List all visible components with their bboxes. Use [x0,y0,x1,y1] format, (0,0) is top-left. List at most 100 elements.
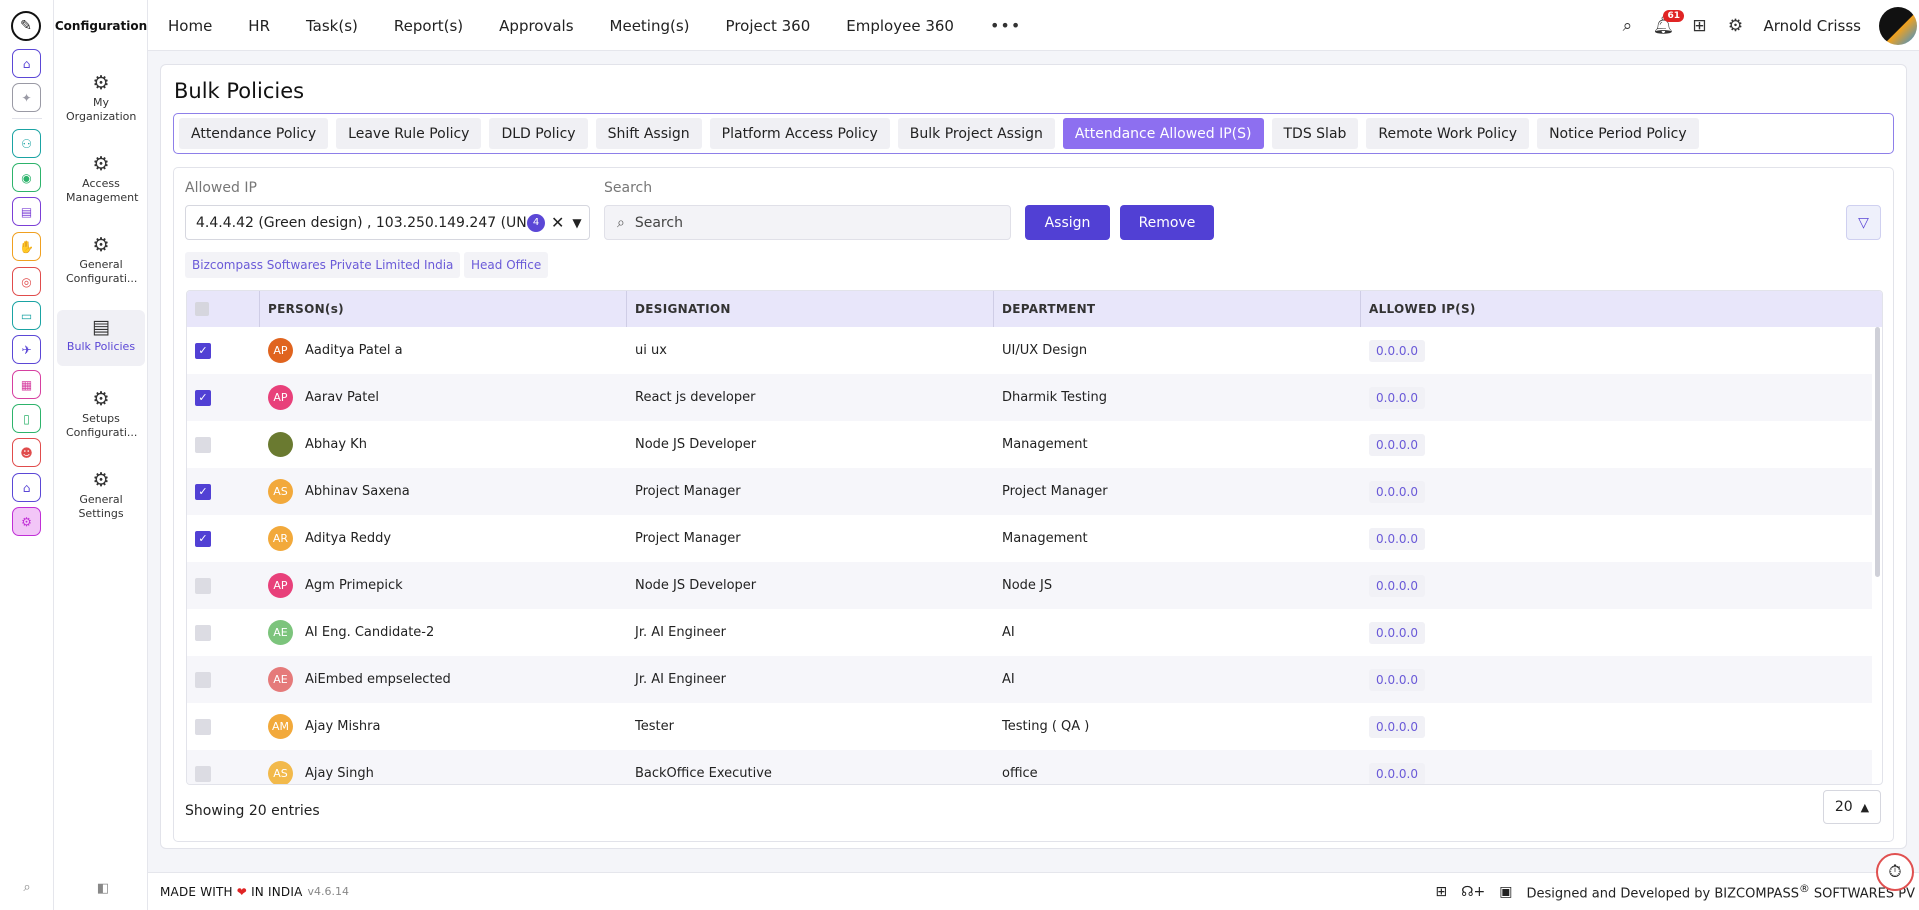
collapse-sidebar-icon[interactable]: ◧ [92,877,114,899]
search-icon[interactable]: ⌕ [1609,8,1645,44]
table-row[interactable]: AP Agm Primepick Node JS Developer Node JS 0… [187,562,1872,609]
rail-money-icon[interactable]: ◉ [12,163,41,192]
subnav-item-5[interactable]: ⚙ General Settings [57,463,145,523]
topnav-item-7[interactable]: Employee 360 [846,17,954,35]
apps-grid-icon[interactable]: ⊞ [1681,8,1717,44]
remove-button[interactable]: Remove [1120,205,1214,240]
tab-6[interactable]: Attendance Allowed IP(S) [1062,118,1264,149]
subnav-item-1[interactable]: ⚙ Access Management [57,147,145,207]
table-row[interactable]: AM Ajay Mishra Tester Testing ( QA ) 0.0.0.0 [187,703,1872,750]
allowed-ip-pill: 0.0.0.0 [1369,480,1425,503]
topnav-item-3[interactable]: Report(s) [394,17,463,35]
page-size-select[interactable]: 20 ▲ [1823,790,1881,824]
row-checkbox[interactable] [195,671,211,688]
clear-selection-icon[interactable]: ✕ [551,213,564,232]
tab-4[interactable]: Platform Access Policy [709,118,890,149]
rail-award-icon[interactable]: ☻ [12,438,41,467]
chevron-down-icon[interactable]: ▼ [572,216,581,230]
topnav-item-2[interactable]: Task(s) [306,17,358,35]
tab-0[interactable]: Attendance Policy [179,118,329,149]
rail-plane-icon[interactable]: ✈ [12,335,41,364]
tab-8[interactable]: Remote Work Policy [1366,118,1530,149]
company-chip[interactable]: Bizcompass Softwares Private Limited Ind… [185,252,461,278]
table-row[interactable]: AS Ajay Singh BackOffice Executive office 0.… [187,750,1872,784]
row-checkbox[interactable]: ✓ [195,342,211,359]
rail-briefcase-icon[interactable]: ▤ [12,197,41,226]
row-checkbox[interactable]: ✓ [195,389,211,406]
person-avatar: AE [268,667,293,692]
more-icon[interactable]: ••• [990,16,1021,35]
tab-1[interactable]: Leave Rule Policy [336,118,482,149]
rail-settings-icon[interactable]: ⚙ [12,507,41,536]
subnav-item-label: Setups Configurati... [66,412,138,439]
row-checkbox-cell [187,421,260,468]
header-allowed-ip[interactable]: ALLOWED IP(S) [1361,291,1861,327]
table-row[interactable]: ✓ AR Aditya Reddy Project Manager Management… [187,515,1872,562]
notification-bell-icon[interactable]: 🔔︎ 61 [1645,8,1684,44]
header-department[interactable]: DEPARTMENT [994,291,1361,327]
header-person[interactable]: PERSON(s) [260,291,627,327]
user-avatar[interactable] [1879,6,1917,45]
row-checkbox[interactable]: ✓ [195,530,211,547]
support-plus-icon[interactable]: ☊+ [1461,884,1485,900]
row-checkbox[interactable] [195,718,211,735]
topnav-item-6[interactable]: Project 360 [726,17,811,35]
tab-9[interactable]: Notice Period Policy [1537,118,1699,149]
subnav-item-4[interactable]: ⚙ Setups Configurati... [57,382,145,442]
filter-icon[interactable]: ▽ [1846,205,1881,240]
rail-people-icon[interactable]: ⚇ [12,129,41,158]
rail-handshake-icon[interactable]: ✋ [12,232,41,261]
designation-cell: Node JS Developer [635,437,757,452]
rail-pin-icon[interactable]: ✦ [12,83,41,112]
row-checkbox[interactable] [195,765,211,782]
table-scrollbar[interactable] [1875,327,1880,577]
table-row[interactable]: ✓ AP Aarav Patel React js developer Dharmik … [187,374,1872,421]
table-row[interactable]: Abhay Kh Node JS Developer Management 0.0.0… [187,421,1872,468]
table-row[interactable]: AE AiEmbed empselected Jr. AI Engineer AI 0.… [187,656,1872,703]
subnav-item-3[interactable]: ▤ Bulk Policies [57,310,145,366]
device-icon[interactable]: ▣ [1499,884,1512,900]
tab-5[interactable]: Bulk Project Assign [897,118,1055,149]
branch-chip[interactable]: Head Office [464,252,549,278]
tab-2[interactable]: DLD Policy [489,118,588,149]
rail-target-icon[interactable]: ◎ [12,267,41,296]
row-checkbox[interactable]: ✓ [195,483,211,500]
windows-icon[interactable]: ⊞ [1435,884,1447,900]
designation-cell: Project Manager [635,484,741,499]
row-checkbox[interactable] [195,436,211,453]
topnav-item-4[interactable]: Approvals [499,17,573,35]
app-logo-icon[interactable]: ✎ [11,11,41,41]
table-row[interactable]: ✓ AS Abhinav Saxena Project Manager Project … [187,468,1872,515]
person-name: Abhay Kh [305,437,367,452]
allowed-ip-select[interactable]: 4.4.4.42 (Green design) , 103.250.149.24… [185,205,590,240]
gear-icon[interactable]: ⚙ [1717,8,1753,44]
person-avatar: AP [268,338,293,363]
rail-archive-icon[interactable]: ▭ [12,301,41,330]
allowed-ip-cell: 0.0.0.0 [1361,468,1861,515]
topnav-item-0[interactable]: Home [168,17,212,35]
assign-button[interactable]: Assign [1025,205,1110,240]
rail-presentation-icon[interactable]: ▦ [12,370,41,399]
row-checkbox[interactable] [195,624,211,641]
stopwatch-icon[interactable]: ⏱ [1876,853,1914,891]
rail-document-icon[interactable]: ▯ [12,404,41,433]
row-checkbox-cell [187,562,260,609]
select-all-checkbox[interactable] [195,302,209,316]
table-row[interactable]: ✓ AP Aaditya Patel a ui ux UI/UX Design 0.0.0… [187,327,1872,374]
subnav-item-2[interactable]: ⚙ General Configurati... [57,228,145,288]
user-name[interactable]: Arnold Crisss [1763,17,1861,35]
tab-3[interactable]: Shift Assign [595,118,702,149]
rail-house-icon[interactable]: ⌂ [12,473,41,502]
topnav-item-1[interactable]: HR [248,17,270,35]
row-checkbox[interactable] [195,577,211,594]
subnav-item-0[interactable]: ⚙ My Organization [57,66,145,126]
rail-home-icon[interactable]: ⌂ [12,49,41,78]
search-field[interactable]: ⌕ [604,205,1011,240]
topnav-item-5[interactable]: Meeting(s) [610,17,690,35]
header-designation[interactable]: DESIGNATION [627,291,994,327]
search-icon[interactable]: ⌕ [16,876,38,898]
subnav-item-label: Access Management [66,177,139,204]
table-row[interactable]: AE AI Eng. Candidate-2 Jr. AI Engineer AI 0.… [187,609,1872,656]
search-input[interactable] [634,214,975,231]
tab-7[interactable]: TDS Slab [1271,118,1359,149]
